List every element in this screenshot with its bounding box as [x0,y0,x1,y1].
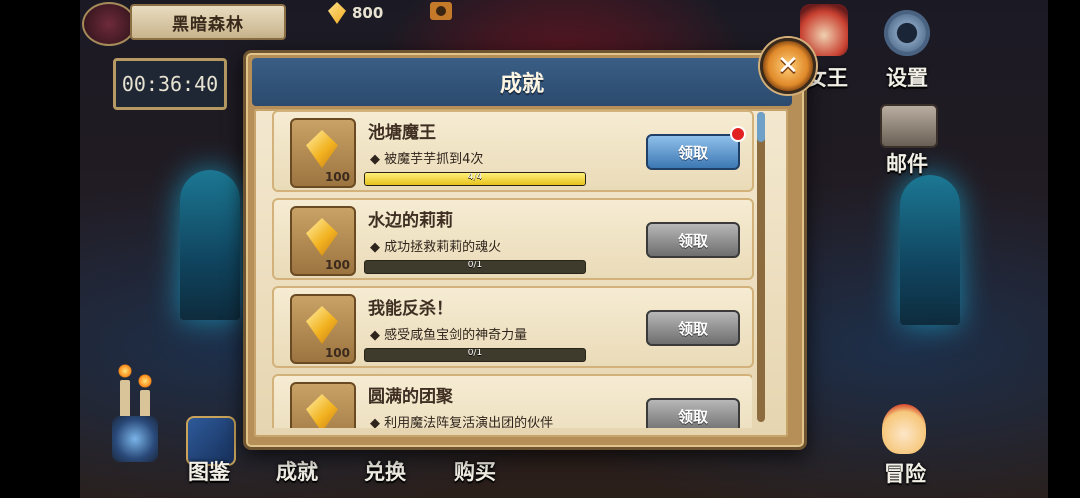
reward-box: 100 [290,294,356,364]
notification-dot [730,126,746,142]
claim-button[interactable]: 领取 [646,398,740,428]
timer-text: 00:36:40 [121,72,219,96]
claim-button[interactable]: 领取 [646,222,740,258]
adventure-label[interactable]: 冒险 [884,458,926,488]
achievement-desc: ◆ 利用魔法阵复活演出团的伙伴 [370,416,554,428]
claim-button[interactable]: 领取 [646,310,740,346]
map-name-plate: 黑暗森林 [130,4,286,40]
achievement-row: 圆满的团聚 ◆ 利用魔法阵复活演出团的伙伴 领取 [272,374,752,428]
left-arched-window [180,170,240,320]
right-arched-window [900,175,960,325]
reward-box [290,382,356,428]
settings-label[interactable]: 设置 [886,62,928,92]
candle-flame [118,364,132,378]
reward-box: 100 [290,118,356,188]
gem-icon [306,130,338,168]
achievement-row: 100 池塘魔王 ◆ 被魔芋芋抓到4次 4/4 领取 [272,110,754,192]
progress-text: 0/1 [467,260,483,270]
candle [120,380,130,420]
gem-icon [306,306,338,344]
clip-region: 圆满的团聚 ◆ 利用魔法阵复活演出团的伙伴 领取 [272,372,752,428]
progress-text: 0/1 [467,348,483,358]
achievement-title: 我能反杀！ [368,299,453,319]
shop-label[interactable]: 购买 [454,456,496,486]
reward-amount: 100 [324,258,350,272]
reward-amount: 100 [324,170,350,184]
achievement-desc: ◆ 感受咸鱼宝剑的神奇力量 [370,328,528,343]
exchange-label[interactable]: 兑换 [364,456,406,486]
reward-amount: 100 [324,346,350,360]
gear-icon[interactable] [884,10,930,56]
panel-title: 成就 [499,72,544,97]
camera-icon[interactable] [430,2,452,20]
codex-label[interactable]: 图鉴 [188,456,230,486]
mail-label[interactable]: 邮件 [886,148,928,178]
achievement-row: 100 我能反杀！ ◆ 感受咸鱼宝剑的神奇力量 0/1 领取 [272,286,754,368]
achievement-desc: ◆ 被魔芋芋抓到4次 [370,152,484,167]
progress-bar: 4/4 [364,172,586,186]
achievement-title: 水边的莉莉 [368,211,453,231]
gem-count: 800 [352,4,384,22]
panel-header: 成就 [252,58,792,106]
reward-box: 100 [290,206,356,276]
progress-text: 4/4 [467,172,483,182]
gem-icon [306,218,338,256]
timer-display: 00:36:40 [113,58,227,110]
achievement-row: 100 水边的莉莉 ◆ 成功拯救莉莉的魂火 0/1 领取 [272,198,754,280]
progress-bar: 0/1 [364,348,586,362]
gem-counter: 800 [328,2,383,24]
gem-icon [328,2,346,24]
close-button[interactable]: ✕ [760,38,816,94]
gem-icon [306,394,338,428]
adventure-character-icon[interactable] [882,404,926,454]
close-icon: ✕ [777,51,799,81]
scrollbar-thumb[interactable] [757,112,765,142]
achievement-title: 圆满的团聚 [368,387,453,407]
claim-button[interactable]: 领取 [646,134,740,170]
mailbox-icon[interactable] [880,104,938,148]
progress-bar: 0/1 [364,260,586,274]
map-emblem-icon [82,2,136,46]
scrollbar-track[interactable] [757,112,765,422]
candle-flame [138,374,152,388]
achievement-desc: ◆ 成功拯救莉莉的魂火 [370,240,502,255]
achievement-label[interactable]: 成就 [276,456,318,486]
codex-icon[interactable] [112,416,158,462]
map-name: 黑暗森林 [172,14,244,35]
achievement-title: 池塘魔王 [368,123,436,143]
